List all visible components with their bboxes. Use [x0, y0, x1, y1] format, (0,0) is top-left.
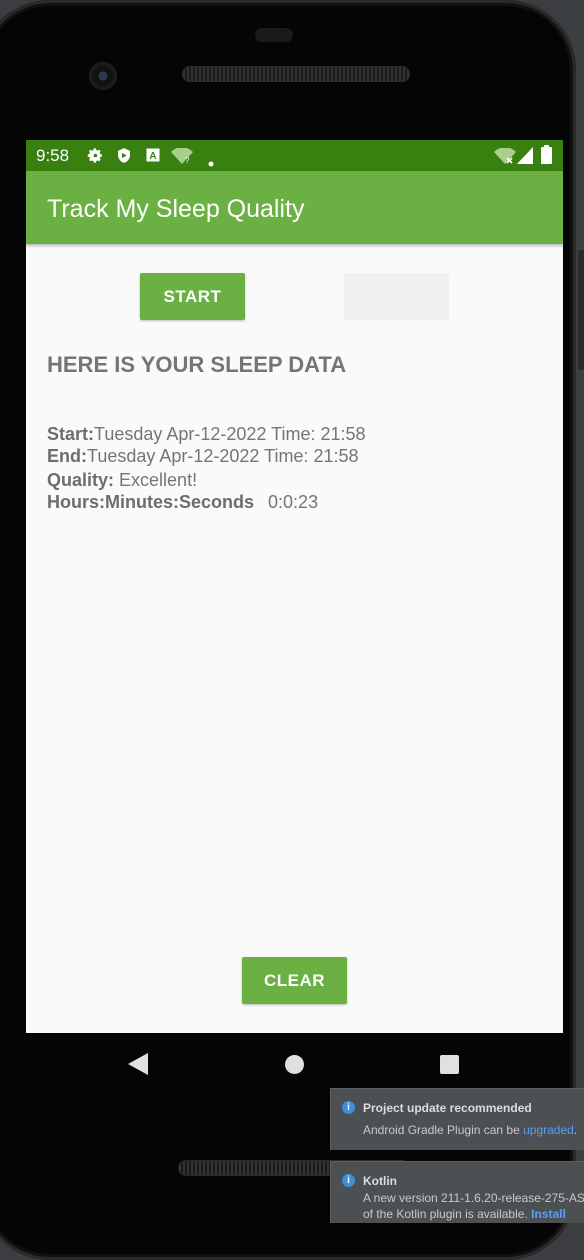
start-value: Tuesday Apr-12-2022 Time: 21:58 [94, 424, 366, 444]
speaker-grill [182, 66, 410, 82]
notification-body: Android Gradle Plugin can be upgraded. [363, 1123, 578, 1137]
info-icon: i [342, 1174, 355, 1187]
notification-kotlin[interactable]: i Kotlin A new version 211-1.6.20-releas… [330, 1161, 584, 1223]
svg-text:A: A [149, 151, 156, 162]
wifi-question-icon: ? [171, 147, 193, 169]
home-icon[interactable] [285, 1055, 304, 1074]
notification-body-line2: of the Kotlin plugin is available. Insta… [363, 1207, 566, 1221]
quality-label: Quality: [47, 470, 115, 490]
upgraded-link[interactable]: upgraded [523, 1123, 574, 1137]
stop-button: STOP [344, 273, 449, 320]
status-bar: 9:58 A ? [26, 140, 563, 171]
end-label: End: [47, 446, 87, 466]
sleep-data-heading: HERE IS YOUR SLEEP DATA [47, 352, 347, 377]
info-icon: i [342, 1101, 355, 1114]
start-label: Start: [47, 424, 95, 444]
front-camera [89, 62, 117, 90]
quality-row: Quality: Excellent! [47, 470, 197, 491]
duration-label: Hours:Minutes:Seconds [47, 492, 255, 512]
shield-icon [116, 147, 132, 169]
notification-body-line1: A new version 211-1.6.20-release-275-AS7… [363, 1191, 584, 1205]
svg-text:?: ? [185, 156, 190, 164]
battery-icon [541, 145, 552, 169]
status-time: 9:58 [36, 146, 70, 165]
wifi-x-icon [494, 147, 516, 169]
quality-value: Excellent! [119, 470, 198, 490]
signal-icon [517, 147, 533, 169]
install-link[interactable]: Install [531, 1207, 566, 1221]
start-button[interactable]: START [140, 273, 245, 320]
notification-title: Kotlin [363, 1174, 397, 1188]
app-bar: Track My Sleep Quality [26, 171, 563, 244]
start-time-row: Start:Tuesday Apr-12-2022 Time: 21:58 [47, 424, 366, 445]
dot-icon [208, 154, 214, 172]
end-time-row: End:Tuesday Apr-12-2022 Time: 21:58 [47, 446, 359, 467]
duration-value: 0:0:23 [268, 492, 319, 512]
earpiece [255, 28, 293, 42]
notification-title: Project update recommended [363, 1101, 532, 1115]
clear-button[interactable]: CLEAR [242, 957, 347, 1004]
a-box-icon: A [146, 148, 160, 167]
duration-row: Hours:Minutes:Seconds 0:0:23 [47, 492, 318, 513]
power-button[interactable] [578, 250, 584, 370]
recents-icon[interactable] [440, 1055, 459, 1074]
notification-project-update[interactable]: i Project update recommended Android Gra… [330, 1088, 584, 1150]
phone-screen: 9:58 A ? Track My Sleep Quality START ST… [26, 140, 563, 1033]
gear-icon [87, 147, 104, 169]
app-title: Track My Sleep Quality [47, 195, 305, 223]
end-value: Tuesday Apr-12-2022 Time: 21:58 [87, 446, 359, 466]
back-icon[interactable] [128, 1053, 148, 1080]
